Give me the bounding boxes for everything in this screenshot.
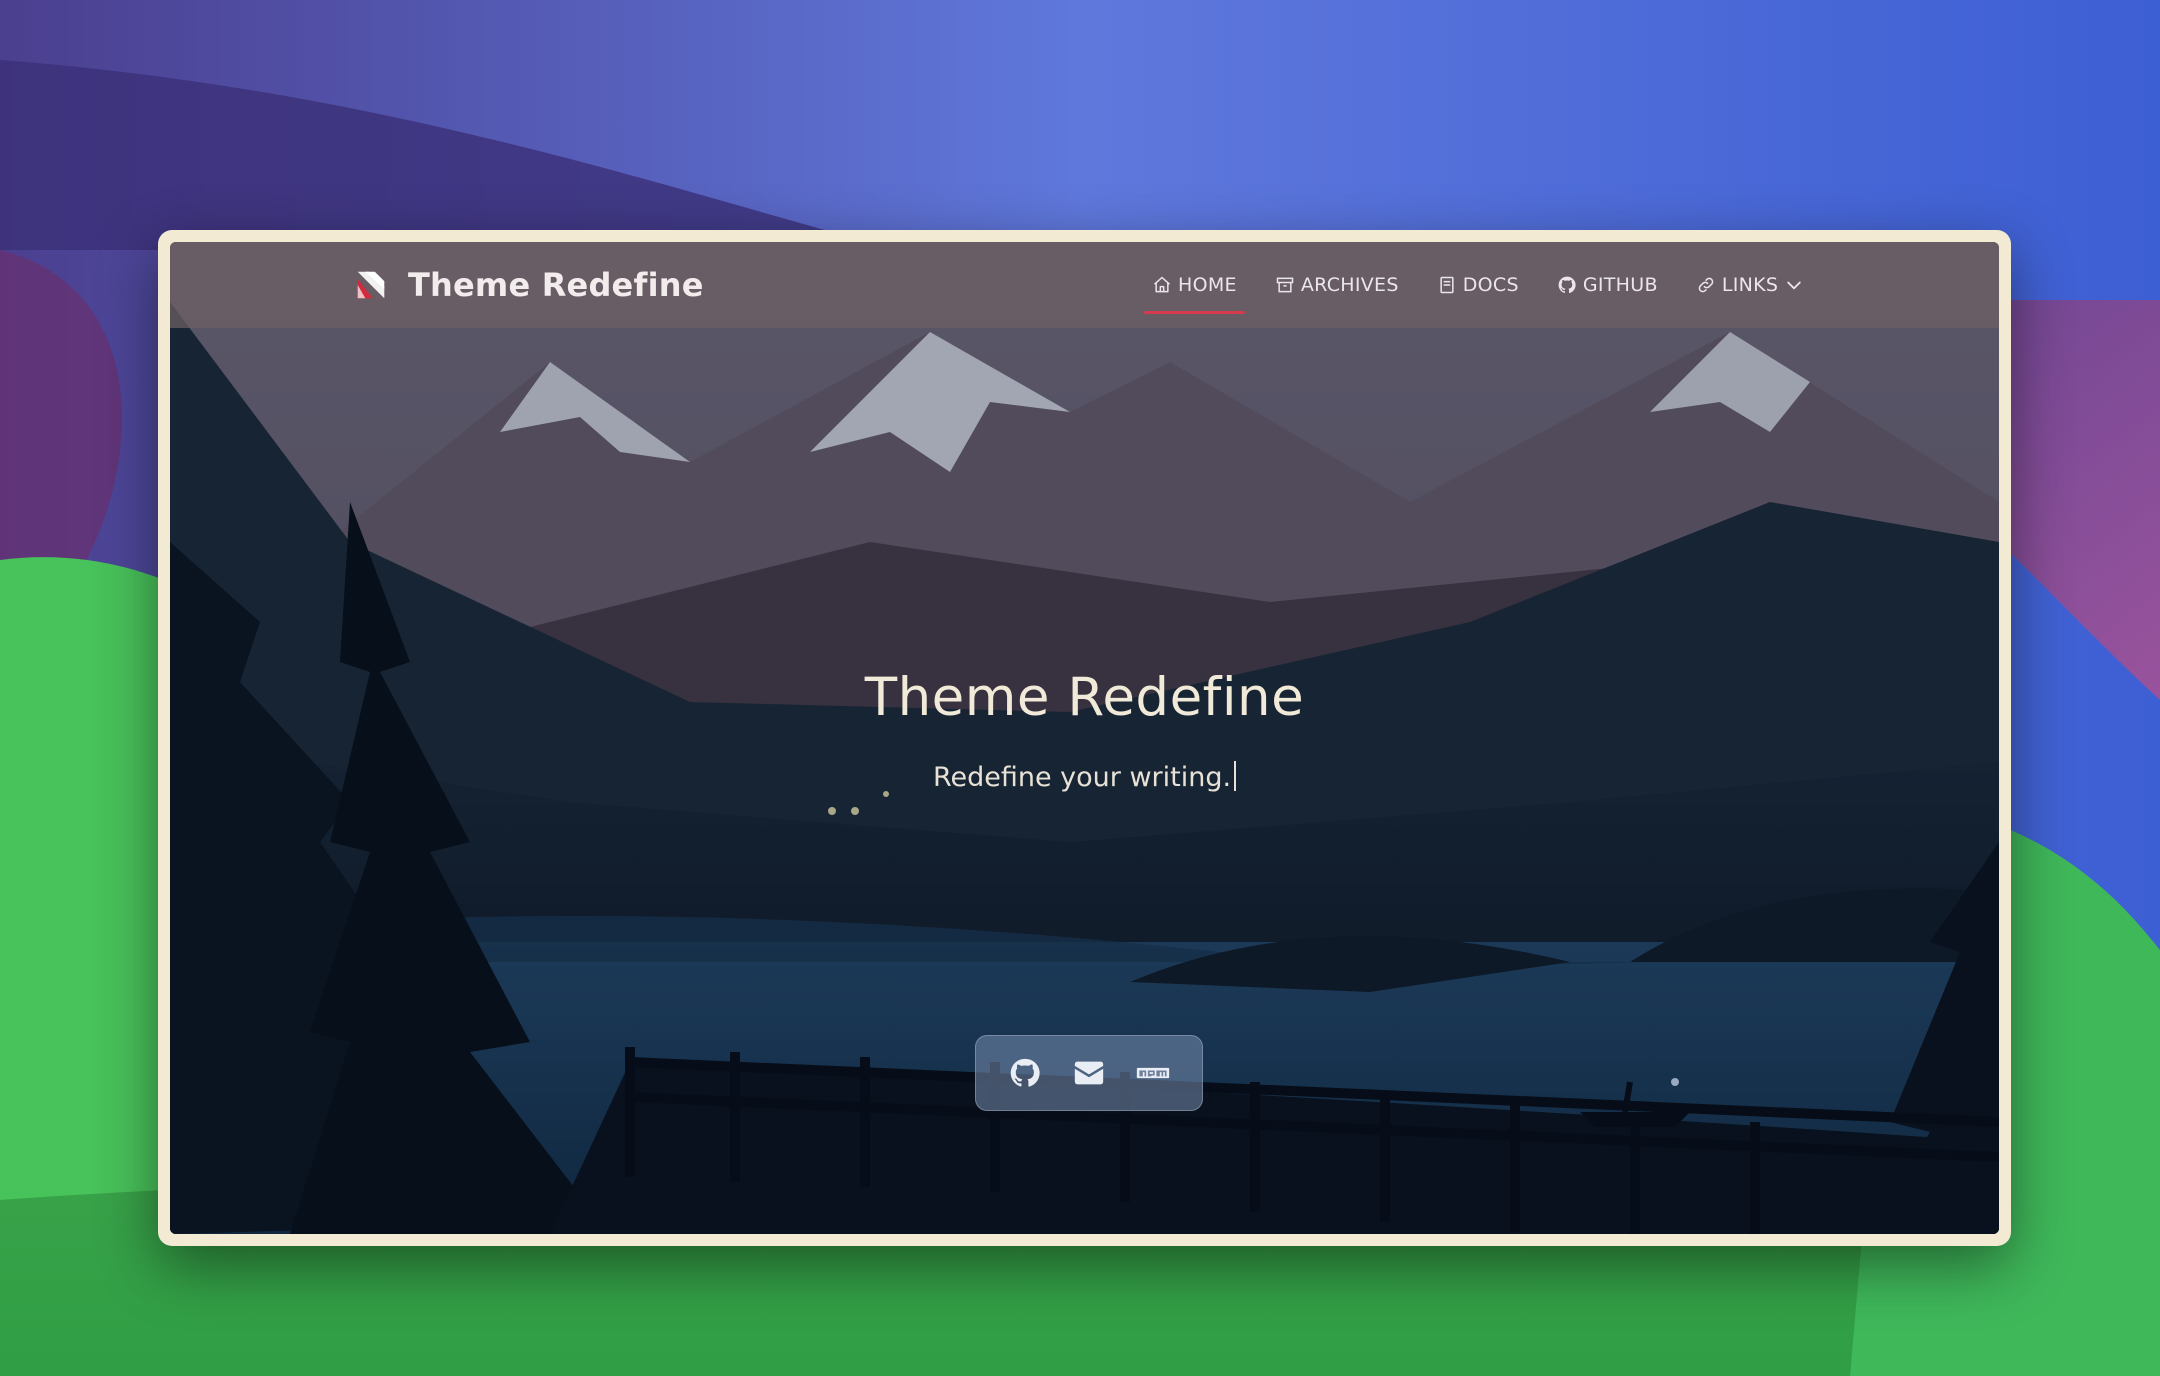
nav-github[interactable]: GITHUB — [1551, 242, 1664, 328]
social-github-button[interactable] — [1006, 1054, 1044, 1092]
book-icon — [1440, 276, 1454, 294]
typing-cursor — [1234, 761, 1237, 791]
archive-icon — [1276, 277, 1294, 293]
mail-icon — [1074, 1061, 1104, 1085]
brand-title: Theme Redefine — [408, 266, 704, 304]
browser-frame: Theme Redefine HOME ARCHIVES DOCS GITHUB… — [158, 230, 2011, 1246]
hero-subtitle-wrap: Redefine your writing. — [170, 761, 1999, 793]
nav-github-label: GITHUB — [1582, 274, 1658, 296]
npm-icon — [1136, 1067, 1170, 1079]
hero-subtitle: Redefine your writing. — [932, 762, 1232, 793]
link-icon — [1698, 277, 1714, 293]
brand-link[interactable]: Theme Redefine — [352, 264, 704, 306]
navbar: Theme Redefine HOME ARCHIVES DOCS GITHUB… — [170, 242, 1999, 328]
social-npm-button[interactable] — [1134, 1054, 1172, 1092]
chevron-down-icon — [1787, 281, 1801, 290]
nav-home[interactable]: HOME — [1144, 242, 1245, 328]
nav-links[interactable]: LINKS — [1690, 242, 1810, 328]
hero-title: Theme Redefine — [864, 667, 1305, 728]
social-links — [975, 1035, 1203, 1111]
page-viewport: Theme Redefine HOME ARCHIVES DOCS GITHUB… — [170, 242, 1999, 1234]
main-nav: HOME ARCHIVES DOCS GITHUB LINKS — [1144, 242, 1836, 328]
home-icon — [1154, 276, 1170, 293]
nav-archives[interactable]: ARCHIVES — [1269, 242, 1405, 328]
theme-redefine-logo — [357, 271, 385, 299]
github-icon — [1010, 1058, 1040, 1087]
social-mail-button[interactable] — [1070, 1054, 1108, 1092]
nav-docs-label: DOCS — [1462, 274, 1519, 296]
github-icon — [1558, 276, 1576, 294]
nav-home-label: HOME — [1178, 274, 1237, 296]
nav-archives-label: ARCHIVES — [1300, 274, 1399, 296]
nav-docs[interactable]: DOCS — [1431, 242, 1525, 328]
nav-links-label: LINKS — [1721, 274, 1779, 296]
